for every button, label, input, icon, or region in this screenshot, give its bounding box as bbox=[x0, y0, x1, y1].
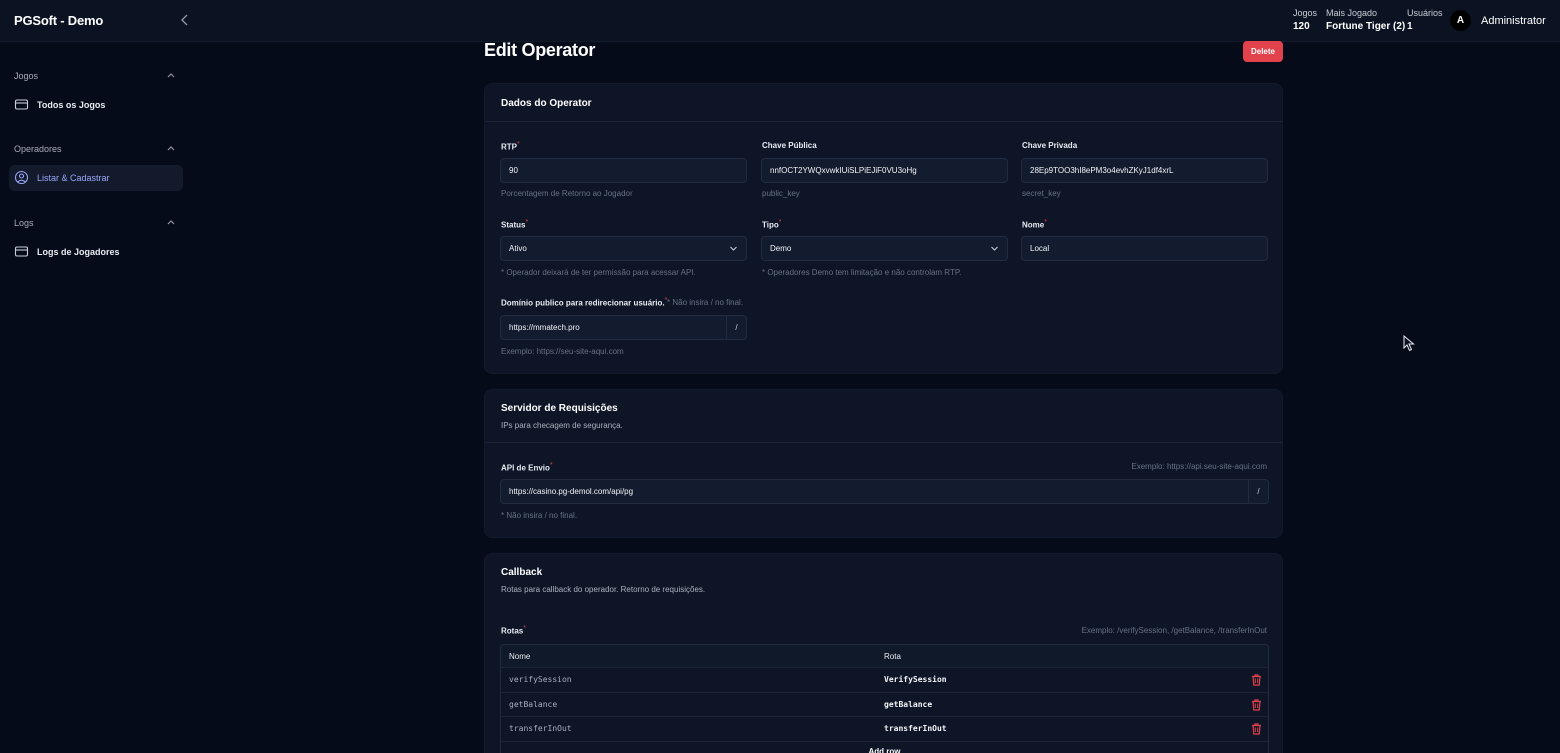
card-header: Dados do Operator bbox=[485, 84, 1282, 122]
chevron-up-icon bbox=[167, 220, 175, 225]
table-row: verifySession VerifySession bbox=[501, 668, 1268, 693]
folder-icon bbox=[14, 246, 29, 257]
dominio-hint: Exemplo: https://seu-site-aqui.com bbox=[501, 347, 624, 356]
route-name-cell[interactable]: getBalance bbox=[509, 693, 557, 717]
slash-suffix: / bbox=[726, 316, 746, 339]
user-name[interactable]: Administrator bbox=[1481, 15, 1546, 27]
collapse-sidebar-chevron-left-icon[interactable] bbox=[178, 11, 192, 29]
tipo-select[interactable]: Demo bbox=[761, 236, 1008, 261]
route-name-cell[interactable]: transferInOut bbox=[509, 717, 572, 741]
column-header-nome: Nome bbox=[509, 652, 531, 661]
card-header: Callback Rotas para callback do operador… bbox=[485, 554, 1282, 608]
api-input[interactable]: https://casino.pg-demol.com/api/pg / bbox=[500, 479, 1269, 504]
sidebar-section-jogos[interactable]: Jogos bbox=[14, 71, 176, 81]
dominio-label: Domínio publico para redirecionar usuári… bbox=[501, 297, 668, 308]
server-requests-card: Servidor de Requisições IPs para checage… bbox=[484, 389, 1283, 538]
card-title: Dados do Operator bbox=[501, 98, 592, 109]
delete-button[interactable]: Delete bbox=[1243, 41, 1283, 62]
dominio-input[interactable]: https://mmatech.pro / bbox=[500, 315, 747, 340]
api-label: API de Envio* bbox=[501, 462, 553, 473]
operator-data-card: Dados do Operator RTP* 90 Porcentagem de… bbox=[484, 83, 1283, 374]
route-path-cell[interactable]: getBalance bbox=[884, 693, 932, 717]
public-key-label: Chave Pública bbox=[762, 141, 817, 150]
table-row: getBalance getBalance bbox=[501, 693, 1268, 717]
rotas-label: Rotas* bbox=[501, 625, 526, 636]
api-hint: * Não insira / no final. bbox=[501, 511, 578, 520]
sidebar-section-logs[interactable]: Logs bbox=[14, 218, 176, 228]
card-header: Servidor de Requisições IPs para checage… bbox=[485, 390, 1282, 443]
sidebar-section-operadores[interactable]: Operadores bbox=[14, 144, 176, 154]
table-header: Nome Rota bbox=[501, 645, 1268, 668]
dominio-note: * Não insira / no final. bbox=[667, 298, 744, 307]
slash-suffix: / bbox=[1248, 480, 1268, 503]
column-header-rota: Rota bbox=[884, 652, 901, 661]
tipo-hint: * Operadores Demo tem limitação e não co… bbox=[762, 268, 962, 277]
trash-icon[interactable] bbox=[1251, 723, 1262, 735]
status-label: Status* bbox=[501, 219, 529, 230]
status-hint: * Operador deixará de ter permissão para… bbox=[501, 268, 696, 277]
stat-jogos: Jogos 120 bbox=[1293, 8, 1318, 32]
stat-usuarios: Usuários 1 bbox=[1407, 8, 1443, 32]
chevron-up-icon bbox=[167, 73, 175, 78]
api-example: Exemplo: https://api.seu-site-aqui.com bbox=[1131, 462, 1267, 471]
rotas-example: Exemplo: /verifySession, /getBalance, /t… bbox=[1081, 626, 1267, 635]
sidebar-item-listar-cadastrar[interactable]: Listar & Cadastrar bbox=[9, 165, 183, 191]
page-title: Edit Operator bbox=[484, 40, 596, 60]
card-subtitle: IPs para checagem de segurança. bbox=[501, 421, 623, 430]
route-path-cell[interactable]: VerifySession bbox=[884, 668, 947, 692]
card-title: Callback bbox=[501, 567, 543, 578]
app-title: PGSoft - Demo bbox=[14, 13, 104, 28]
sidebar: Jogos Todos os Jogos Operadores Listar &… bbox=[0, 43, 192, 753]
trash-icon[interactable] bbox=[1251, 674, 1262, 686]
sidebar-item-label: Listar & Cadastrar bbox=[37, 173, 110, 183]
top-bar: PGSoft - Demo Jogos 120 Mais Jogado Fort… bbox=[0, 0, 1560, 42]
sidebar-item-label: Logs de Jogadores bbox=[37, 247, 120, 257]
card-subtitle: Rotas para callback do operador. Retorno… bbox=[501, 585, 706, 594]
private-key-input[interactable]: 28Ep9TOO3hI8ePM3o4evhZKyJ1df4xrL bbox=[1021, 158, 1268, 183]
public-key-hint: public_key bbox=[762, 189, 800, 198]
folder-icon bbox=[14, 99, 29, 110]
table-row: transferInOut transferInOut bbox=[501, 717, 1268, 742]
card-title: Servidor de Requisições bbox=[501, 403, 618, 414]
rtp-label: RTP* bbox=[501, 141, 520, 152]
sidebar-item-logs-de-jogadores[interactable]: Logs de Jogadores bbox=[9, 239, 183, 265]
user-circle-icon bbox=[14, 170, 29, 185]
rtp-input[interactable]: 90 bbox=[500, 158, 747, 183]
route-path-cell[interactable]: transferInOut bbox=[884, 717, 947, 741]
private-key-label: Chave Privada bbox=[1022, 141, 1078, 150]
add-row-button[interactable]: Add row bbox=[501, 742, 1268, 753]
nome-input[interactable]: Local bbox=[1021, 236, 1268, 261]
rtp-hint: Porcentagem de Retorno ao Jogador bbox=[501, 189, 633, 198]
stat-mais-jogado: Mais Jogado Fortune Tiger (2) bbox=[1326, 8, 1406, 32]
avatar[interactable]: A bbox=[1450, 10, 1471, 31]
sidebar-item-todos-os-jogos[interactable]: Todos os Jogos bbox=[9, 92, 183, 118]
chevron-down-icon bbox=[991, 246, 998, 251]
route-name-cell[interactable]: verifySession bbox=[509, 668, 572, 692]
chevron-up-icon bbox=[167, 146, 175, 151]
trash-icon[interactable] bbox=[1251, 698, 1262, 711]
sidebar-item-label: Todos os Jogos bbox=[37, 100, 106, 110]
nome-label: Nome* bbox=[1022, 219, 1047, 230]
routes-table: Nome Rota verifySession VerifySession ge… bbox=[500, 644, 1269, 753]
private-key-hint: secret_key bbox=[1022, 189, 1061, 198]
public-key-input[interactable]: nnfOCT2YWQxvwkIUiSLPiEJiF0VU3oHg bbox=[761, 158, 1008, 183]
mouse-cursor-icon bbox=[1403, 335, 1415, 352]
chevron-down-icon bbox=[730, 246, 737, 251]
callback-card: Callback Rotas para callback do operador… bbox=[484, 553, 1283, 753]
tipo-label: Tipo* bbox=[762, 219, 782, 230]
status-select[interactable]: Ativo bbox=[500, 236, 747, 261]
